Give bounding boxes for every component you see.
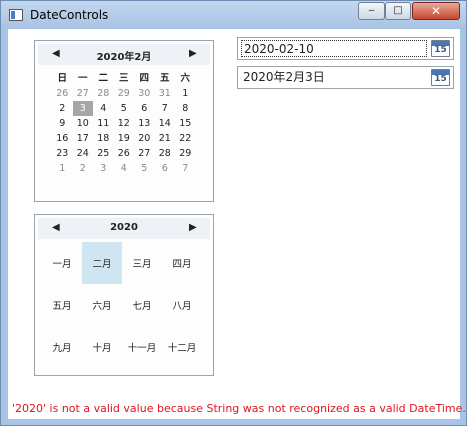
day-header: 四 [139,73,149,84]
date-picker-1-input[interactable]: 2020-02-10 [241,40,427,57]
client-area: ◀ 2020年2月 ▶ 日 一 二 三 四 五 六 26 27 28 29 30… [8,29,466,419]
calendar-header: ◀ 2020年2月 ▶ [38,44,210,65]
day-header: 三 [118,73,129,84]
month-calendar-header: ◀ 2020 ▶ [38,218,210,239]
month-cell[interactable]: 八月 [162,284,202,326]
calendar-day[interactable]: 7 [175,161,196,176]
month-cell[interactable]: 一月 [42,242,82,284]
calendar-day[interactable]: 19 [114,131,135,146]
calendar-icon-day: 15 [434,74,447,84]
calendar-day[interactable]: 10 [73,116,94,131]
calendar-day[interactable]: 20 [134,131,155,146]
calendar-day[interactable]: 26 [52,86,73,101]
calendar-day-grid: 日 一 二 三 四 五 六 26 27 28 29 30 31 1 2 3 4 … [52,71,196,176]
calendar-day[interactable]: 25 [93,146,114,161]
date-picker-1: 2020-02-10 15 [237,37,454,60]
calendar-icon-day: 15 [434,45,447,55]
calendar-day[interactable]: 5 [114,101,135,116]
month-calendar: ◀ 2020 ▶ 一月 二月 三月 四月 五月 六月 七月 八月 九月 十月 十… [34,214,214,376]
next-month-button[interactable]: ▶ [189,48,197,59]
calendar-day[interactable]: 14 [155,116,176,131]
month-grid: 一月 二月 三月 四月 五月 六月 七月 八月 九月 十月 十一月 十二月 [42,242,202,368]
calendar-day[interactable]: 11 [93,116,114,131]
calendar-day[interactable]: 30 [134,86,155,101]
calendar-day[interactable]: 4 [93,101,114,116]
month-cell[interactable]: 三月 [122,242,162,284]
calendar-day[interactable]: 17 [73,131,94,146]
calendar-day[interactable]: 21 [155,131,176,146]
month-cell[interactable]: 十二月 [162,326,202,368]
calendar-day[interactable]: 29 [114,86,135,101]
title-bar[interactable]: DateControls ‒ □ ✕ [1,1,466,29]
minimize-button[interactable]: ‒ [358,2,385,20]
calendar-day[interactable]: 3 [93,161,114,176]
calendar-day[interactable]: 28 [155,146,176,161]
day-header: 五 [159,73,170,84]
calendar-title[interactable]: 2020年2月 [38,48,210,63]
calendar-day[interactable]: 1 [52,161,73,176]
day-header: 一 [77,73,88,84]
calendar-day[interactable]: 2 [52,101,73,116]
day-header: 六 [180,73,190,84]
calendar-day[interactable]: 6 [134,101,155,116]
month-cell[interactable]: 七月 [122,284,162,326]
day-calendar: ◀ 2020年2月 ▶ 日 一 二 三 四 五 六 26 27 28 29 30… [34,40,214,202]
month-cell[interactable]: 九月 [42,326,82,368]
calendar-day[interactable]: 7 [155,101,176,116]
calendar-day[interactable]: 27 [134,146,155,161]
validation-error-text: '2020' is not a valid value because Stri… [12,402,466,415]
calendar-day[interactable]: 23 [52,146,73,161]
calendar-day[interactable]: 5 [134,161,155,176]
calendar-day[interactable]: 29 [175,146,196,161]
day-header: 日 [57,73,67,84]
maximize-button[interactable]: □ [385,2,411,20]
calendar-day[interactable]: 31 [155,86,176,101]
calendar-day-selected[interactable]: 3 [72,101,93,116]
app-icon [9,9,23,21]
calendar-day[interactable]: 1 [175,86,196,101]
calendar-day[interactable]: 24 [73,146,94,161]
app-window: DateControls ‒ □ ✕ ◀ 2020年2月 ▶ 日 一 二 三 四… [0,0,467,426]
calendar-day[interactable]: 15 [175,116,196,131]
day-header: 二 [98,73,108,84]
date-picker-2-input[interactable]: 2020年2月3日 [241,69,427,86]
calendar-day[interactable]: 2 [73,161,94,176]
calendar-day[interactable]: 6 [155,161,176,176]
month-cell-selected[interactable]: 二月 [82,242,122,284]
calendar-day[interactable]: 22 [175,131,196,146]
month-cell[interactable]: 六月 [82,284,122,326]
calendar-day[interactable]: 12 [114,116,135,131]
calendar-day[interactable]: 18 [93,131,114,146]
month-cell[interactable]: 十一月 [122,326,162,368]
calendar-day[interactable]: 16 [52,131,73,146]
month-cell[interactable]: 五月 [42,284,82,326]
calendar-day[interactable]: 8 [175,101,196,116]
calendar-day[interactable]: 26 [114,146,135,161]
calendar-day[interactable]: 4 [114,161,135,176]
calendar-day[interactable]: 9 [52,116,73,131]
close-button[interactable]: ✕ [412,2,460,20]
date-picker-2: 2020年2月3日 15 [237,66,454,89]
calendar-day[interactable]: 27 [73,86,94,101]
calendar-day[interactable]: 13 [134,116,155,131]
calendar-icon[interactable]: 15 [431,40,450,57]
next-year-button[interactable]: ▶ [189,222,197,233]
month-cell[interactable]: 四月 [162,242,202,284]
month-calendar-title[interactable]: 2020 [38,222,210,233]
window-title: DateControls [30,8,109,22]
calendar-icon[interactable]: 15 [431,69,450,86]
calendar-day[interactable]: 28 [93,86,114,101]
month-cell[interactable]: 十月 [82,326,122,368]
